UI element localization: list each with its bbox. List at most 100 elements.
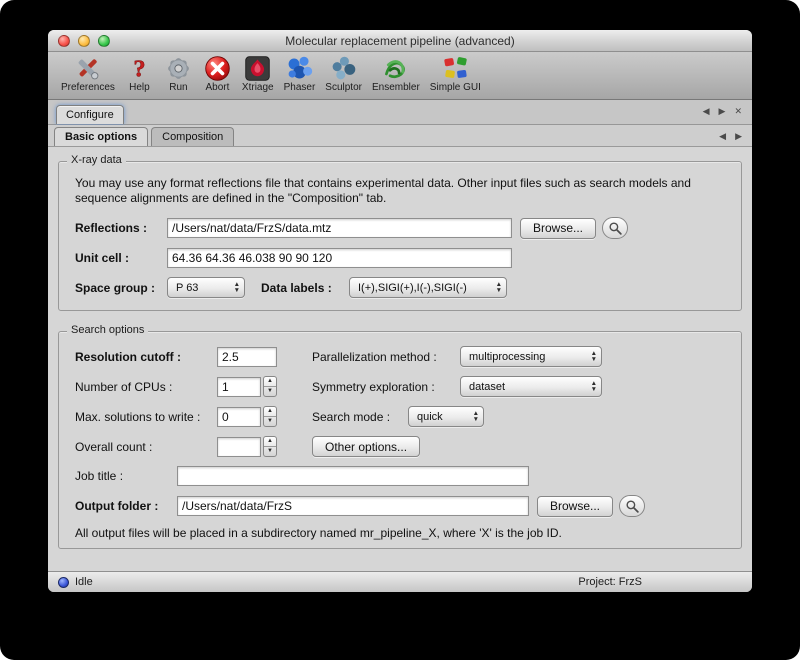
symmetry-exploration-dropdown[interactable]: dataset [460,376,602,397]
toolbar-label: Run [169,82,187,93]
subtab-nav-left-icon[interactable]: ◀ [719,131,726,142]
data-labels-label: Data labels : [261,281,349,295]
unit-cell-row: Unit cell : [69,248,731,268]
overall-count-row: Overall count : Other options... [69,436,731,457]
traffic-lights [58,35,110,47]
magnifier-icon [608,221,623,236]
statusbar: Idle Project: FrzS [48,571,752,592]
max-solutions-input[interactable] [217,407,261,427]
stepper-down-icon[interactable] [264,417,276,426]
toolbar-sculptor-button[interactable]: Sculptor [320,54,367,93]
app-window: Molecular replacement pipeline (advanced… [48,30,752,592]
stepper-up-icon[interactable] [264,377,276,387]
popup-arrows-icon [229,282,240,293]
stepper-down-icon[interactable] [264,447,276,456]
output-folder-row: Output folder : Browse... [69,495,731,517]
data-labels-value: I(+),SIGI(+),I(-),SIGI(-) [358,282,467,294]
num-cpus-input[interactable] [217,377,261,397]
toolbar-label: Xtriage [242,82,274,93]
tab-nav-right-icon[interactable]: ▶ [719,106,726,117]
status-led-icon [58,577,69,588]
overall-count-input[interactable] [217,437,261,457]
toolbar-label: Simple GUI [430,82,481,93]
toolbar: Preferences ? Help Run [48,52,752,100]
search-group-title: Search options [67,324,148,336]
main-tab-strip: Configure ◀ ▶ ✕ [48,100,752,125]
toolbar-abort-button[interactable]: Abort [198,54,237,93]
parallelization-method-dropdown[interactable]: multiprocessing [460,346,602,367]
space-group-row: Space group : P 63 Data labels : I(+),SI… [69,277,731,298]
search-mode-dropdown[interactable]: quick [408,406,484,427]
popup-arrows-icon [586,381,597,392]
output-folder-zoom-button[interactable] [619,495,645,517]
preferences-icon [73,54,102,83]
toolbar-label: Abort [205,82,229,93]
job-title-label: Job title : [75,469,177,483]
space-group-dropdown[interactable]: P 63 [167,277,245,298]
tab-configure[interactable]: Configure [56,105,124,124]
other-options-button[interactable]: Other options... [312,436,420,457]
tab-nav-left-icon[interactable]: ◀ [703,106,710,117]
window-title: Molecular replacement pipeline (advanced… [48,34,752,48]
data-labels-dropdown[interactable]: I(+),SIGI(+),I(-),SIGI(-) [349,277,507,298]
search-mode-value: quick [417,411,443,423]
search-options-group: Search options Resolution cutoff : Paral… [58,331,742,549]
sculptor-icon [329,54,358,83]
zoom-window-button[interactable] [98,35,110,47]
sub-tab-strip: Basic options Composition ◀ ▶ [48,125,752,147]
xray-description-line2: sequence alignments are defined in the "… [75,191,386,205]
num-cpus-label: Number of CPUs : [75,380,217,394]
toolbar-xtriage-button[interactable]: Xtriage [237,54,279,93]
num-cpus-stepper[interactable] [263,376,277,397]
stepper-up-icon[interactable] [264,407,276,417]
close-window-button[interactable] [58,35,70,47]
resolution-row: Resolution cutoff : Parallelization meth… [69,346,731,367]
simple-gui-icon [441,54,470,83]
job-title-input[interactable] [177,466,529,486]
overall-count-stepper[interactable] [263,436,277,457]
reflections-browse-button[interactable]: Browse... [520,218,596,239]
toolbar-simple-gui-button[interactable]: Simple GUI [425,54,486,93]
popup-arrows-icon [586,351,597,362]
titlebar: Molecular replacement pipeline (advanced… [48,30,752,52]
toolbar-label: Ensembler [372,82,420,93]
phaser-icon [285,54,314,83]
resolution-cutoff-label: Resolution cutoff : [75,350,217,364]
tab-composition[interactable]: Composition [151,127,234,146]
stepper-up-icon[interactable] [264,437,276,447]
stepper-down-icon[interactable] [264,387,276,396]
toolbar-run-button[interactable]: Run [159,54,198,93]
popup-arrows-icon [468,411,479,422]
sub-tab-nav: ◀ ▶ [719,131,742,142]
screen-background: Molecular replacement pipeline (advanced… [0,0,800,660]
toolbar-label: Phaser [284,82,316,93]
toolbar-help-button[interactable]: ? Help [120,54,159,93]
tab-basic-options[interactable]: Basic options [54,127,148,146]
xray-description: You may use any format reflections file … [69,176,731,206]
ensembler-icon [381,54,410,83]
output-folder-browse-button[interactable]: Browse... [537,496,613,517]
help-icon: ? [125,54,154,83]
max-solutions-stepper[interactable] [263,406,277,427]
unit-cell-input[interactable] [167,248,512,268]
content-panel: X-ray data You may use any format reflec… [48,147,752,571]
reflections-label: Reflections : [75,221,167,235]
subtab-nav-right-icon[interactable]: ▶ [735,131,742,142]
toolbar-preferences-button[interactable]: Preferences [56,54,120,93]
xtriage-icon [243,54,272,83]
main-tab-nav: ◀ ▶ ✕ [703,106,742,117]
resolution-cutoff-input[interactable] [217,347,277,367]
cpus-row: Number of CPUs : Symmetry exploration : … [69,376,731,397]
xray-data-group: X-ray data You may use any format reflec… [58,161,742,311]
run-gear-icon [164,54,193,83]
minimize-window-button[interactable] [78,35,90,47]
tab-close-icon[interactable]: ✕ [734,106,742,117]
reflections-input[interactable] [167,218,512,238]
reflections-zoom-button[interactable] [602,217,628,239]
toolbar-label: Sculptor [325,82,362,93]
search-mode-label: Search mode : [312,410,408,424]
toolbar-phaser-button[interactable]: Phaser [279,54,321,93]
output-folder-input[interactable] [177,496,529,516]
toolbar-ensembler-button[interactable]: Ensembler [367,54,425,93]
status-text: Idle [75,576,93,588]
